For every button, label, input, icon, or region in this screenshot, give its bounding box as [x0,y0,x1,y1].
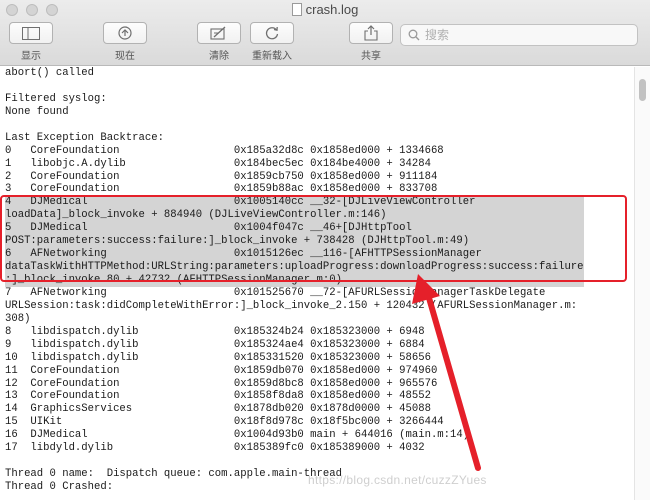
log-line: 15 UIKit 0x18f8d978c 0x18f5bc000 + 32664… [5,416,444,429]
log-line: URLSession:task:didCompleteWithError:]_b… [5,299,578,312]
log-line: 14 GraphicsServices 0x1878db020 0x1878d0… [5,403,431,416]
window-title: crash.log [0,2,650,17]
log-line: 8 libdispatch.dylib 0x185324b24 0x185323… [5,325,425,338]
log-line: 12 CoreFoundation 0x1859d8bc8 0x1858ed00… [5,377,438,390]
log-line: 1 libobjc.A.dylib 0x184bec5ec 0x184be400… [5,157,431,170]
search-field[interactable] [400,24,638,46]
reload-tool[interactable]: 重新载入 [250,22,294,62]
log-line: 11 CoreFoundation 0x1859db070 0x1858ed00… [5,364,438,377]
share-icon [364,25,378,41]
log-line: Thread 0 name: Dispatch queue: com.apple… [5,468,342,481]
share-button[interactable] [349,22,393,44]
scrollbar-thumb[interactable] [639,79,646,101]
log-line: Last Exception Backtrace: [5,131,164,144]
document-icon [291,3,302,16]
log-line: Filtered syslog: [5,92,107,105]
log-line: 17 libdyld.dylib 0x185389fc0 0x185389000… [5,442,425,455]
log-line: 308) [5,312,31,325]
sidebar-icon [22,26,40,40]
show-label: 显示 [21,51,41,62]
search-icon [408,29,420,41]
window-title-text: crash.log [305,2,359,17]
now-button[interactable] [103,22,147,44]
reload-button[interactable] [250,22,294,44]
clear-label: 清除 [209,51,229,62]
log-content[interactable]: abort() called Filtered syslog: None fou… [0,67,632,500]
log-line: 2 CoreFoundation 0x1859cb750 0x1858ed000… [5,170,438,183]
show-button[interactable] [9,22,53,44]
watermark: https://blog.csdn.net/cuzzZYues [308,473,487,487]
vertical-scrollbar[interactable] [634,67,650,500]
search-input[interactable] [425,27,625,43]
share-label: 共享 [361,51,381,62]
show-tool[interactable]: 显示 [9,22,53,62]
log-line: 7 AFNetworking 0x101525670 __72-[AFURLSe… [5,286,546,299]
share-tool[interactable]: 共享 [349,22,393,62]
clear-tool[interactable]: 清除 [197,22,241,62]
clear-icon [210,26,226,40]
log-line: 9 libdispatch.dylib 0x185324ae4 0x185323… [5,338,425,351]
window-toolbar: crash.log 显示 现在 清除 重新载入 共享 搜索 [0,0,650,66]
log-line: Thread 0 Crashed: [5,481,114,493]
log-line: 10 libdispatch.dylib 0x185331520 0x18532… [5,351,431,364]
annotation-highlight-box [0,195,627,282]
log-line: abort() called [5,67,95,79]
reload-label: 重新载入 [252,51,292,62]
reload-icon [265,26,279,40]
now-label: 现在 [115,51,135,62]
now-tool[interactable]: 现在 [103,22,147,62]
log-line: 0 CoreFoundation 0x185a32d8c 0x1858ed000… [5,144,444,157]
clear-button[interactable] [197,22,241,44]
log-line: None found [5,105,69,118]
log-line: 16 DJMedical 0x1004d93b0 main + 644016 (… [5,429,470,442]
target-icon [118,26,132,40]
log-line: 13 CoreFoundation 0x1858f8da8 0x1858ed00… [5,390,431,403]
